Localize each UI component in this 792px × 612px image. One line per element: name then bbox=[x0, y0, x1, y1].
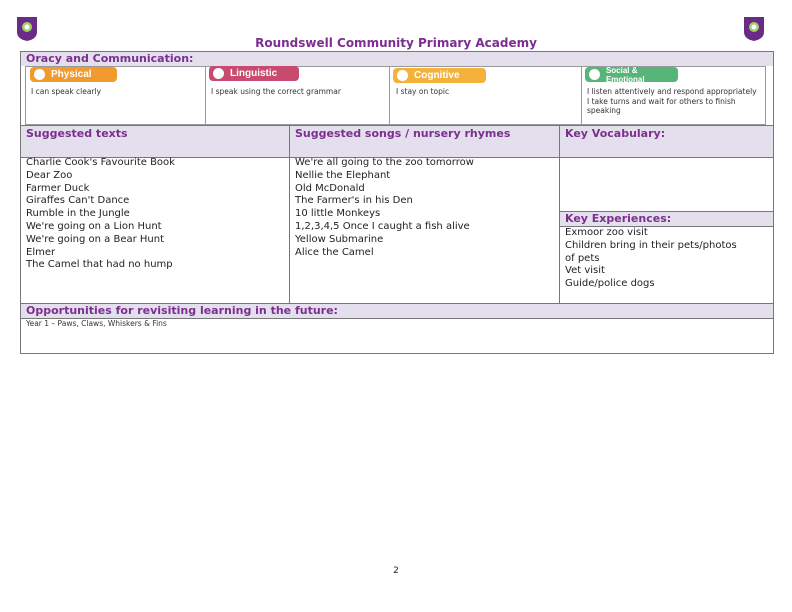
list-item: We're all going to the zoo tomorrow bbox=[295, 157, 474, 168]
speech-bubble-icon bbox=[213, 68, 224, 79]
cognitive-statement: I stay on topic bbox=[396, 87, 450, 96]
texts-list: Charlie Cook's Favourite Book Dear Zoo F… bbox=[26, 157, 175, 272]
texts-heading: Suggested texts bbox=[21, 126, 289, 157]
list-item: Nellie the Elephant bbox=[295, 169, 391, 181]
cognitive-badge: Cognitive bbox=[393, 68, 486, 83]
list-item: Vet visit bbox=[565, 265, 605, 277]
list-item: of pets bbox=[565, 252, 600, 264]
list-item: Old McDonald bbox=[295, 182, 365, 194]
figure-icon bbox=[34, 69, 45, 80]
list-item: Exmoor zoo visit bbox=[565, 227, 648, 238]
list-item: Giraffes Can't Dance bbox=[26, 195, 130, 207]
songs-list: We're all going to the zoo tomorrow Nell… bbox=[295, 157, 474, 259]
list-item: Alice the Camel bbox=[295, 246, 374, 258]
divider bbox=[289, 126, 290, 303]
page-number: 2 bbox=[393, 566, 399, 576]
list-item: Dear Zoo bbox=[26, 169, 73, 181]
linguistic-statement: I speak using the correct grammar bbox=[211, 87, 341, 96]
list-item: The Farmer's in his Den bbox=[295, 195, 413, 207]
page-title: Roundswell Community Primary Academy bbox=[255, 36, 537, 50]
lightbulb-icon bbox=[397, 70, 408, 81]
list-item: Rumble in the Jungle bbox=[26, 208, 130, 220]
list-item: Yellow Submarine bbox=[295, 233, 384, 245]
list-item: Farmer Duck bbox=[26, 182, 90, 194]
social-statement: I listen attentively and respond appropr… bbox=[587, 87, 757, 115]
future-heading: Opportunities for revisiting learning in… bbox=[21, 304, 773, 318]
experiences-heading: Key Experiences: bbox=[560, 212, 773, 226]
oracy-heading: Oracy and Communication: bbox=[21, 52, 773, 66]
social-emotional-badge: Social & Emotional bbox=[585, 66, 678, 84]
list-item: We're going on a Bear Hunt bbox=[26, 233, 165, 245]
list-item: We're going on a Lion Hunt bbox=[26, 220, 162, 232]
linguistic-badge: Linguistic bbox=[209, 66, 299, 81]
future-text: Year 1 – Paws, Claws, Whiskers & Fins bbox=[26, 319, 167, 328]
list-item: The Camel that had no hump bbox=[26, 259, 173, 271]
experiences-list: Exmoor zoo visit Children bring in their… bbox=[565, 227, 737, 291]
list-item: Children bring in their pets/photos bbox=[565, 239, 737, 251]
list-item: Elmer bbox=[26, 246, 56, 258]
songs-heading: Suggested songs / nursery rhymes bbox=[290, 126, 559, 157]
vocab-heading: Key Vocabulary: bbox=[560, 126, 773, 157]
list-item: Guide/police dogs bbox=[565, 278, 655, 290]
people-icon bbox=[589, 69, 600, 80]
list-item: 10 little Monkeys bbox=[295, 208, 381, 220]
list-item: 1,2,3,4,5 Once I caught a fish alive bbox=[295, 220, 470, 232]
list-item: Charlie Cook's Favourite Book bbox=[26, 157, 175, 168]
physical-badge: Physical bbox=[30, 67, 117, 82]
physical-statement: I can speak clearly bbox=[31, 87, 102, 96]
